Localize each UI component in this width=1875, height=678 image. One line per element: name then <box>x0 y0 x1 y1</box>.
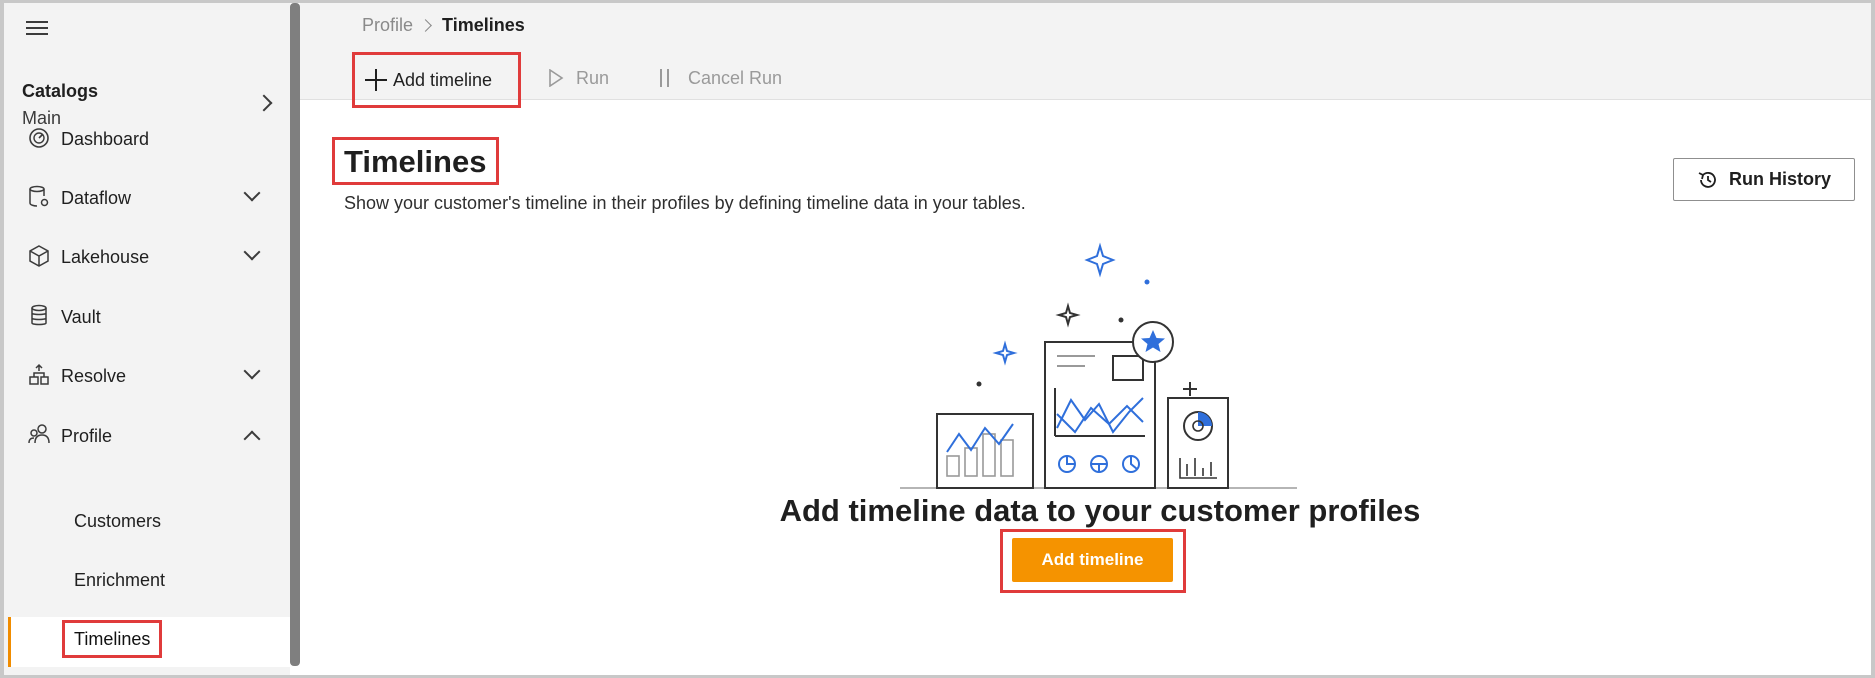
plus-icon <box>365 69 387 91</box>
hamburger-icon[interactable] <box>26 21 52 41</box>
sidebar-subitem-customers[interactable]: Customers <box>8 498 290 548</box>
sidebar-subitem-timelines[interactable]: Timelines <box>8 617 290 667</box>
catalog-title: Catalogs <box>22 81 99 101</box>
sidebar-item-label: Dashboard <box>61 128 150 149</box>
hierarchy-icon <box>29 363 49 385</box>
chevron-up-icon[interactable] <box>243 430 261 448</box>
gauge-icon <box>29 128 49 148</box>
chevron-right-icon <box>419 19 432 32</box>
breadcrumb-parent[interactable]: Profile <box>362 15 413 36</box>
chevron-down-icon[interactable] <box>243 362 261 380</box>
history-icon <box>1698 171 1716 188</box>
run-label: Run <box>576 67 610 88</box>
sidebar: Catalogs Main Dashboard Dataflow Lakehou… <box>4 3 290 675</box>
sidebar-item-dataflow[interactable]: Dataflow <box>8 173 290 223</box>
sidebar-item-resolve[interactable]: Resolve <box>8 351 290 401</box>
empty-state-title: Add timeline data to your customer profi… <box>779 493 1421 528</box>
timeline-empty-illustration <box>900 242 1297 489</box>
sidebar-item-label: Profile <box>61 425 113 446</box>
sidebar-item-profile[interactable]: Profile <box>8 411 290 461</box>
play-icon <box>549 69 564 87</box>
database-icon <box>31 304 47 326</box>
sidebar-item-label: Resolve <box>61 365 127 386</box>
sidebar-scrollbar[interactable] <box>290 3 300 666</box>
sidebar-subitem-label: Timelines <box>61 620 163 658</box>
sidebar-subitem-label: Customers <box>74 511 162 531</box>
sidebar-item-lakehouse[interactable]: Lakehouse <box>8 232 290 282</box>
sidebar-item-dashboard[interactable]: Dashboard <box>8 114 290 164</box>
chevron-down-icon[interactable] <box>243 184 261 202</box>
add-timeline-toolbar-button[interactable]: Add timeline <box>352 52 521 108</box>
sidebar-item-vault[interactable]: Vault <box>8 292 290 342</box>
sidebar-item-label: Lakehouse <box>61 246 150 267</box>
sidebar-subitem-enrichment[interactable]: Enrichment <box>8 557 290 607</box>
run-button[interactable]: Run <box>548 55 609 101</box>
run-history-button[interactable]: Run History <box>1673 158 1855 201</box>
page-title: Timelines <box>331 137 500 185</box>
sidebar-item-label: Dataflow <box>61 187 132 208</box>
sidebar-item-label: Vault <box>61 306 101 327</box>
add-timeline-button[interactable]: Add timeline <box>1012 538 1173 582</box>
breadcrumb: Profile Timelines <box>362 15 525 36</box>
database-gear-icon <box>29 185 49 207</box>
add-timeline-cta-highlight: Add timeline <box>1000 529 1186 593</box>
cancel-run-label: Cancel Run <box>688 67 783 88</box>
chevron-down-icon[interactable] <box>243 243 261 261</box>
add-timeline-toolbar-label: Add timeline <box>393 69 493 90</box>
breadcrumb-current: Timelines <box>442 15 525 35</box>
cube-icon <box>29 245 49 267</box>
page-description: Show your customer's timeline in their p… <box>344 193 1026 213</box>
people-icon <box>28 424 50 444</box>
run-history-label: Run History <box>1728 169 1831 189</box>
cancel-run-button[interactable]: Cancel Run <box>660 55 782 101</box>
pause-icon <box>660 69 674 87</box>
topbar: Profile Timelines Add timeline Run Cance… <box>300 3 1871 108</box>
sidebar-subitem-label: Enrichment <box>74 570 166 590</box>
